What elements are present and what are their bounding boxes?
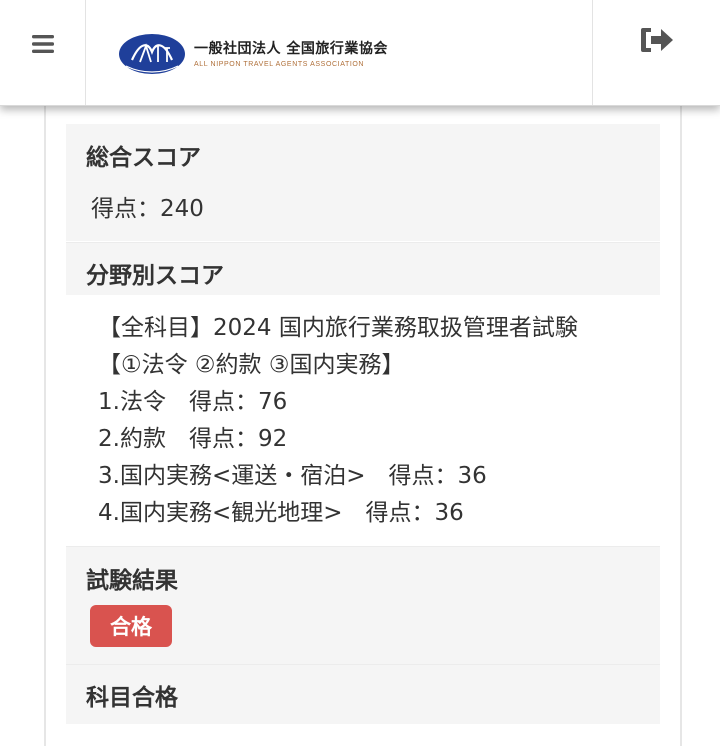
score-line-law: 1.法令 得点：76: [98, 389, 288, 415]
score-line-transport-lodging: 3.国内実務<運送・宿泊> 得点：36: [98, 463, 487, 489]
subjects-line: 【①法令 ②約款 ③国内実務】: [98, 352, 405, 378]
subject-pass-section: 科目合格: [66, 665, 660, 724]
hamburger-menu-icon: [31, 34, 54, 53]
exam-result-title: 試験結果: [86, 568, 178, 594]
app-header: 一般社団法人 全国旅行業協会 ALL NIPPON TRAVEL AGENTS …: [0, 0, 720, 106]
anta-logo[interactable]: 一般社団法人 全国旅行業協会 ALL NIPPON TRAVEL AGENTS …: [118, 30, 398, 78]
logo-subtitle: ALL NIPPON TRAVEL AGENTS ASSOCIATION: [194, 61, 365, 68]
score-line-contract: 2.約款 得点：92: [98, 426, 288, 452]
menu-button[interactable]: [0, 0, 86, 105]
score-line-tourism-geography: 4.国内実務<観光地理> 得点：36: [98, 500, 464, 526]
subject-pass-title: 科目合格: [86, 685, 178, 711]
pass-status-badge: 合格: [90, 605, 172, 647]
field-score-title: 分野別スコア: [86, 263, 224, 289]
sign-out-icon: [640, 27, 673, 52]
exam-name-line: 【全科目】2024 国内旅行業務取扱管理者試験: [98, 315, 578, 341]
total-score-value: 得点：240: [91, 196, 204, 222]
logout-button[interactable]: [592, 0, 720, 105]
field-score-section: 分野別スコア 【全科目】2024 国内旅行業務取扱管理者試験 【①法令 ②約款 …: [66, 243, 660, 546]
total-score-title: 総合スコア: [86, 145, 201, 171]
total-score-section: 総合スコア 得点：240: [66, 124, 660, 241]
logo-title: 一般社団法人 全国旅行業協会: [194, 41, 388, 57]
anta-emblem-icon: [119, 34, 185, 74]
